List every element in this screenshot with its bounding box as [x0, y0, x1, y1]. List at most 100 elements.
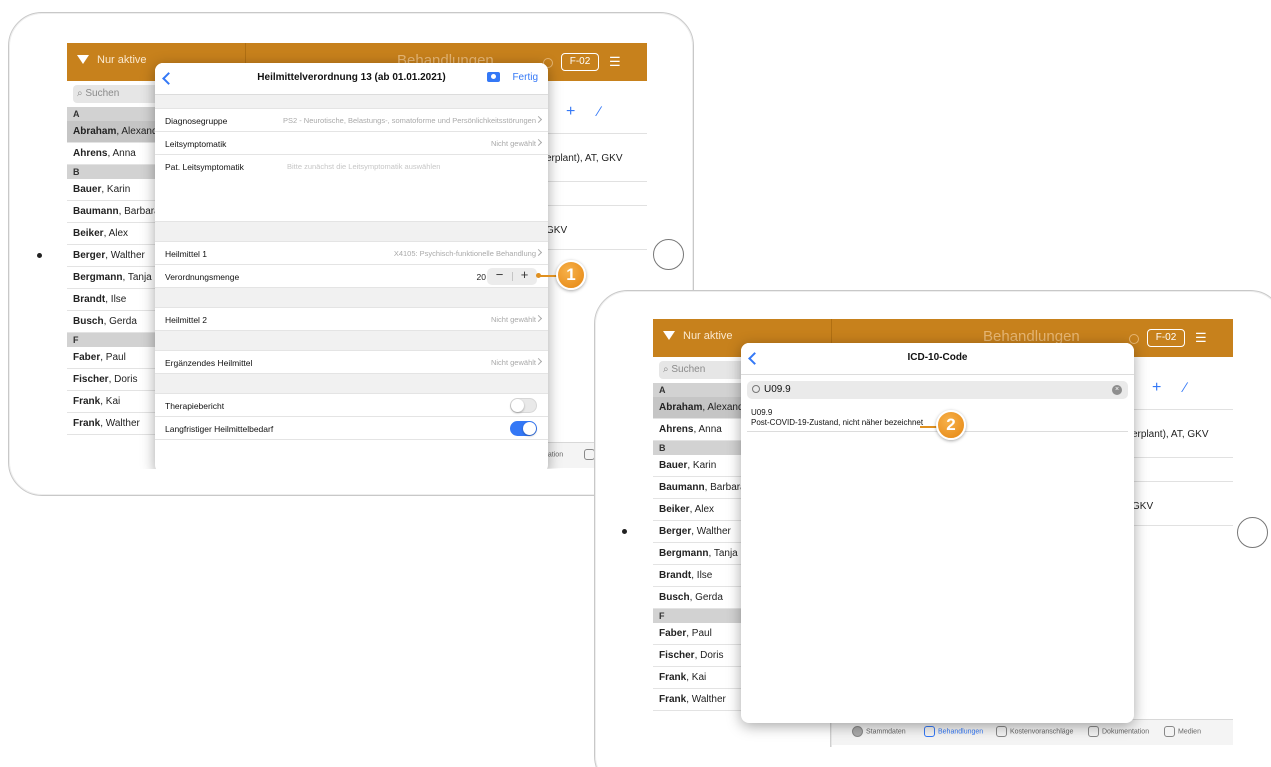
patient-last-name: Faber	[659, 628, 687, 639]
patient-last-name: Fischer	[659, 650, 695, 661]
spacer	[155, 222, 548, 242]
app-screen: Nur aktive Behandlungen F-02 ☰ ⌕ Suchen …	[653, 319, 1233, 747]
patient-first-name: , Tanja	[122, 272, 152, 283]
modal-header: ICD-10-Code	[741, 343, 1134, 375]
search-placeholder: Suchen	[671, 364, 706, 375]
filter-icon[interactable]	[663, 331, 675, 340]
patient-first-name: , Anna	[107, 148, 136, 159]
list-menu-icon[interactable]: ☰	[609, 55, 625, 69]
front-camera	[622, 529, 627, 534]
leitsymptomatik-row[interactable]: Leitsymptomatik Nicht gewählt	[155, 132, 548, 155]
person-icon	[852, 726, 863, 737]
add-icon[interactable]: +	[566, 103, 575, 121]
quantity-stepper[interactable]: − +	[487, 267, 537, 285]
patient-last-name: Brandt	[659, 570, 692, 581]
callout-badge-1: 1	[556, 260, 586, 290]
patient-first-name: , Gerda	[103, 316, 137, 327]
row-label: Heilmittel 1	[165, 249, 208, 259]
verordnungsmenge-row: Verordnungsmenge 20 − +	[155, 265, 548, 288]
room-badge[interactable]: F-02	[561, 53, 599, 71]
patient-last-name: Abraham	[659, 402, 703, 413]
row-label: Leitsymptomatik	[165, 139, 227, 149]
patient-last-name: Bergmann	[73, 272, 123, 283]
patient-last-name: Frank	[659, 672, 687, 683]
patient-first-name: , Walther	[105, 250, 145, 261]
tab-behandlungen[interactable]: Behandlungen	[924, 726, 983, 737]
patient-first-name: , Karin	[101, 184, 131, 195]
heilmittel1-row[interactable]: Heilmittel 1 X4105: Psychisch-funktionel…	[155, 242, 548, 265]
langfristiger-bedarf-row: Langfristiger Heilmittelbedarf	[155, 417, 548, 440]
add-icon[interactable]: +	[1152, 379, 1161, 397]
patient-last-name: Berger	[659, 526, 692, 537]
row-label: Langfristiger Heilmittelbedarf	[165, 424, 274, 434]
patient-last-name: Ahrens	[659, 424, 694, 435]
therapiebericht-row: Therapiebericht	[155, 394, 548, 417]
toggle-knob	[523, 422, 536, 435]
icd-modal: ICD-10-Code U09.9 × U09.9 Post-COVID-19-…	[741, 343, 1134, 723]
clear-icon[interactable]: ×	[1112, 385, 1122, 395]
patient-last-name: Frank	[73, 418, 101, 429]
treatment-detail[interactable]: GKV	[1132, 501, 1153, 512]
chevron-right-icon	[534, 357, 543, 366]
patient-first-name: , Karin	[687, 460, 717, 471]
therapiebericht-toggle[interactable]	[510, 398, 537, 413]
patient-first-name: , Walther	[686, 694, 726, 705]
edit-icon[interactable]: ∕	[1184, 379, 1186, 395]
list-menu-icon[interactable]: ☰	[1195, 331, 1211, 345]
patient-first-name: , Walther	[100, 418, 140, 429]
filter-label[interactable]: Nur aktive	[683, 330, 733, 342]
patient-last-name: Brandt	[73, 294, 106, 305]
treatment-detail[interactable]: GKV	[546, 225, 567, 236]
tab-medien[interactable]: Medien	[1164, 726, 1201, 737]
ergaenzendes-heilmittel-row[interactable]: Ergänzendes Heilmittel Nicht gewählt	[155, 351, 548, 374]
langfristiger-bedarf-toggle[interactable]	[510, 421, 537, 436]
patient-first-name: , Tanja	[708, 548, 738, 559]
quantity-value: 20	[476, 272, 486, 282]
patient-last-name: Busch	[659, 592, 690, 603]
camera-icon[interactable]	[487, 72, 500, 82]
patient-last-name: Faber	[73, 352, 101, 363]
tab-dokumentation[interactable]: Dokumentation	[1088, 726, 1149, 737]
patient-last-name: Ahrens	[73, 148, 108, 159]
document-icon	[1088, 726, 1099, 737]
patient-first-name: , Kai	[686, 672, 707, 683]
treatment-icon	[924, 726, 935, 737]
patient-first-name: , Ilse	[691, 570, 713, 581]
row-label: Diagnosegruppe	[165, 116, 228, 126]
decrement-button[interactable]: −	[487, 267, 512, 282]
patient-first-name: , Ilse	[105, 294, 127, 305]
treatment-detail[interactable]: erplant), AT, GKV	[546, 153, 623, 164]
patient-last-name: Baumann	[659, 482, 705, 493]
edit-icon[interactable]: ∕	[598, 103, 600, 119]
home-button[interactable]	[1237, 517, 1268, 548]
filter-label[interactable]: Nur aktive	[97, 54, 147, 66]
patient-last-name: Beiker	[73, 228, 104, 239]
pat-leitsymptomatik-field[interactable]: Pat. Leitsymptomatik Bitte zunächst die …	[155, 155, 548, 222]
tab-kostenvoranschlaege[interactable]: Kostenvoranschläge	[996, 726, 1073, 737]
patient-first-name: , Gerda	[689, 592, 723, 603]
patient-last-name: Bauer	[659, 460, 688, 471]
treatment-detail[interactable]: erplant), AT, GKV	[1132, 429, 1209, 440]
icd-search-input[interactable]: U09.9 ×	[747, 381, 1128, 399]
heilmittel2-row[interactable]: Heilmittel 2 Nicht gewählt	[155, 308, 548, 331]
tab-stammdaten[interactable]: Stammdaten	[852, 726, 906, 737]
increment-button[interactable]: +	[512, 267, 537, 282]
filter-icon[interactable]	[77, 55, 89, 64]
done-button[interactable]: Fertig	[512, 72, 538, 83]
patient-first-name: , Alex	[689, 504, 715, 515]
diagnose-row[interactable]: Diagnosegruppe PS2 - Neurotische, Belast…	[155, 109, 548, 132]
search-value: U09.9	[764, 384, 791, 395]
prescription-modal: Heilmittelverordnung 13 (ab 01.01.2021) …	[155, 63, 548, 469]
spacer	[155, 331, 548, 351]
tab-label: Medien	[1178, 728, 1201, 736]
row-value: Nicht gewählt	[490, 139, 536, 148]
room-badge[interactable]: F-02	[1147, 329, 1185, 347]
patient-first-name: , Barbara	[118, 206, 160, 217]
chevron-right-icon	[534, 314, 543, 323]
row-value: Nicht gewählt	[490, 315, 536, 324]
home-button[interactable]	[653, 239, 684, 270]
tab-label: Stammdaten	[866, 728, 906, 736]
modal-title: ICD-10-Code	[907, 352, 968, 363]
tab-label: Behandlungen	[938, 728, 984, 736]
row-value: X4105: Psychisch-funktionelle Behandlung	[393, 249, 536, 258]
